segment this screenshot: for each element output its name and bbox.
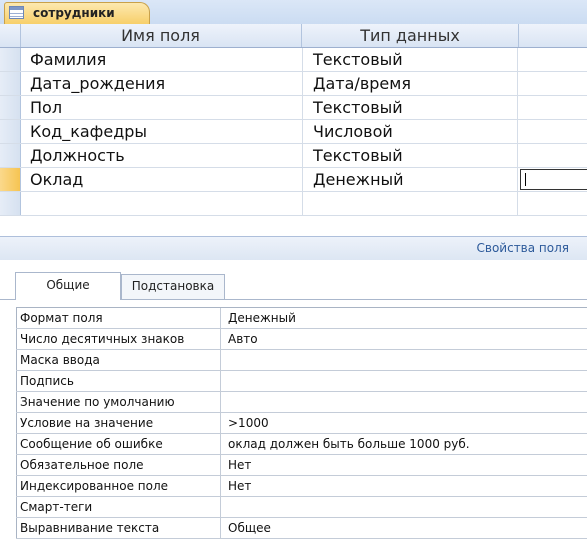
description-cell[interactable] — [519, 144, 587, 167]
property-row[interactable]: Сообщение об ошибке оклад должен быть бо… — [16, 434, 587, 455]
row-selector[interactable] — [0, 72, 21, 95]
description-cell[interactable] — [519, 192, 587, 215]
description-cell[interactable] — [519, 48, 587, 71]
field-row[interactable]: Должность Текстовый — [0, 144, 587, 168]
column-header-field-name[interactable]: Имя поля — [20, 24, 302, 47]
table-tab[interactable]: сотрудники — [4, 2, 150, 24]
property-row[interactable]: Смарт-теги — [16, 497, 587, 518]
row-selector-active[interactable] — [0, 168, 21, 191]
property-value[interactable]: оклад должен быть больше 1000 руб. — [224, 434, 587, 454]
property-label: Маска ввода — [16, 350, 221, 370]
property-label: Формат поля — [16, 308, 221, 328]
row-selector[interactable] — [0, 120, 21, 143]
field-name-cell[interactable]: Дата_рождения — [30, 72, 300, 95]
property-value[interactable]: Денежный — [224, 308, 587, 328]
field-row-empty[interactable] — [0, 192, 587, 216]
property-label: Подпись — [16, 371, 221, 391]
property-row[interactable]: Подпись — [16, 371, 587, 392]
property-value[interactable] — [224, 371, 587, 391]
field-name-cell[interactable]: Фамилия — [30, 48, 300, 71]
data-type-cell[interactable]: Текстовый — [302, 144, 518, 167]
property-value[interactable] — [224, 392, 587, 412]
table-tab-title: сотрудники — [33, 6, 115, 20]
field-row[interactable]: Код_кафедры Числовой — [0, 120, 587, 144]
property-row[interactable]: Значение по умолчанию — [16, 392, 587, 413]
tab-lookup[interactable]: Подстановка — [121, 274, 225, 299]
field-row[interactable]: Фамилия Текстовый — [0, 48, 587, 72]
description-cell[interactable] — [519, 96, 587, 119]
property-label: Сообщение об ошибке — [16, 434, 221, 454]
property-label: Обязательное поле — [16, 455, 221, 475]
field-name-cell[interactable]: Пол — [30, 96, 300, 119]
property-row[interactable]: Индексированное поле Нет — [16, 476, 587, 497]
field-name-cell[interactable]: Оклад — [30, 168, 300, 191]
header-row-selector[interactable] — [0, 24, 21, 47]
property-row[interactable]: Маска ввода — [16, 350, 587, 371]
field-name-cell[interactable]: Должность — [30, 144, 300, 167]
property-value[interactable]: Общее — [224, 518, 587, 538]
grid-header: Имя поля Тип данных — [0, 24, 587, 48]
description-cell[interactable] — [519, 72, 587, 95]
property-row[interactable]: Выравнивание текста Общее — [16, 518, 587, 539]
row-selector[interactable] — [0, 144, 21, 167]
object-tab-strip: сотрудники — [0, 0, 587, 25]
row-selector[interactable] — [0, 48, 21, 71]
description-cell[interactable] — [519, 120, 587, 143]
field-row-selected[interactable]: Оклад Денежный — [0, 168, 587, 192]
property-row[interactable]: Число десятичных знаков Авто — [16, 329, 587, 350]
property-label: Смарт-теги — [16, 497, 221, 517]
property-value[interactable]: Нет — [224, 476, 587, 496]
field-row[interactable]: Дата_рождения Дата/время — [0, 72, 587, 96]
properties-tabs: Подстановка Общие — [0, 260, 587, 300]
description-cell-editing[interactable] — [520, 169, 587, 190]
data-type-cell[interactable]: Денежный — [302, 168, 518, 191]
field-name-cell[interactable] — [30, 192, 300, 215]
property-value[interactable]: >1000 — [224, 413, 587, 433]
field-properties-table: Формат поля Денежный Число десятичных зн… — [16, 307, 587, 539]
data-type-cell[interactable]: Текстовый — [302, 96, 518, 119]
row-selector[interactable] — [0, 96, 21, 119]
tab-general[interactable]: Общие — [15, 272, 121, 300]
property-label: Выравнивание текста — [16, 518, 221, 538]
data-type-cell[interactable]: Числовой — [302, 120, 518, 143]
property-value[interactable]: Авто — [224, 329, 587, 349]
data-type-cell[interactable]: Текстовый — [302, 48, 518, 71]
property-row[interactable]: Формат поля Денежный — [16, 308, 587, 329]
property-row[interactable]: Условие на значение >1000 — [16, 413, 587, 434]
property-value[interactable]: Нет — [224, 455, 587, 475]
field-properties-title: Свойства поля — [476, 241, 570, 255]
field-design-grid: Имя поля Тип данных Фамилия Текстовый Да… — [0, 24, 587, 236]
property-row[interactable]: Обязательное поле Нет — [16, 455, 587, 476]
field-properties-bar: Свойства поля — [0, 236, 587, 262]
property-label: Число десятичных знаков — [16, 329, 221, 349]
property-value[interactable] — [224, 350, 587, 370]
row-selector[interactable] — [0, 192, 21, 215]
property-label: Условие на значение — [16, 413, 221, 433]
data-type-cell[interactable]: Дата/время — [302, 72, 518, 95]
property-value[interactable] — [224, 497, 587, 517]
field-row[interactable]: Пол Текстовый — [0, 96, 587, 120]
property-label: Значение по умолчанию — [16, 392, 221, 412]
table-icon — [9, 6, 24, 19]
property-label: Индексированное поле — [16, 476, 221, 496]
data-type-cell[interactable] — [302, 192, 518, 215]
column-header-data-type[interactable]: Тип данных — [302, 24, 519, 47]
field-name-cell[interactable]: Код_кафедры — [30, 120, 300, 143]
